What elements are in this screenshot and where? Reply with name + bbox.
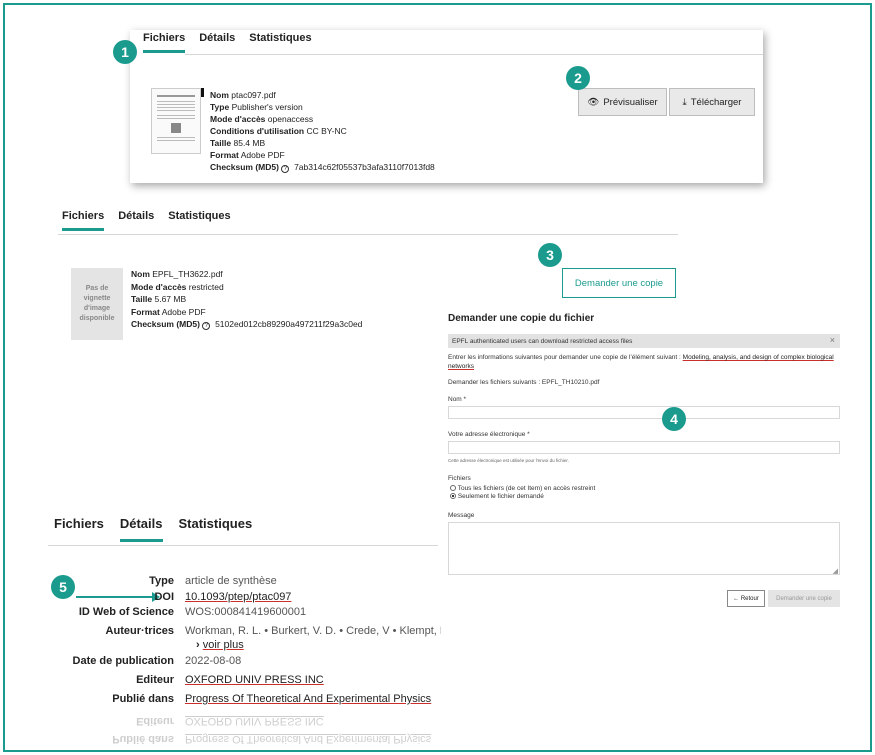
info-alert: EPFL authenticated users can download re… <box>448 334 840 348</box>
request-intro: Entrer les informations suivantes pour d… <box>448 354 834 370</box>
pdf-thumbnail <box>151 88 201 154</box>
detail-value-authors: Workman, R. L. • Burkert, V. D. • Crede,… <box>185 625 441 637</box>
detail-value-date: 2022-08-08 <box>185 655 242 667</box>
back-button[interactable]: ← Retour <box>727 590 765 607</box>
file-access: restricted <box>188 281 224 292</box>
panel2-file-details: Nom EPFL_TH3622.pdf Mode d'accès restric… <box>131 269 363 330</box>
doi-link[interactable]: 10.1093/ptep/ptac097 <box>185 591 291 603</box>
radio-unchecked-icon <box>450 485 456 492</box>
detail-value-type: article de synthèse <box>185 575 277 587</box>
see-more-link[interactable]: › voir plus <box>196 639 244 651</box>
panel3-divider <box>48 545 438 546</box>
reflection-effect: Publié dans Progress Of Theoretical And … <box>112 715 432 745</box>
detail-label-journal: Publié dans <box>112 693 174 705</box>
file-type: Publisher's version <box>231 102 303 112</box>
email-label: Votre adresse électronique * <box>448 431 530 438</box>
file-size: 85.4 MB <box>233 138 266 148</box>
file-conditions: CC BY-NC <box>306 126 347 136</box>
detail-label-publisher: Editeur <box>136 674 174 686</box>
panel2-tabs: Fichiers Détails Statistiques <box>62 210 231 231</box>
submit-request-button[interactable]: Demander une copie <box>768 590 840 607</box>
files-label: Fichiers <box>448 475 471 482</box>
eye-icon: 👁 <box>587 96 600 108</box>
option-all-files[interactable]: Tous les fichiers (de cet Item) en accès… <box>450 485 595 492</box>
help-icon[interactable]: ? <box>202 322 211 330</box>
panel3-tabs: Fichiers Détails Statistiques <box>54 516 252 542</box>
tab-statistiques[interactable]: Statistiques <box>179 516 253 542</box>
panel1-tabs: Fichiers Détails Statistiques <box>143 32 312 53</box>
option-requested-file[interactable]: Seulement le fichier demandé <box>450 493 544 500</box>
tab-details[interactable]: Détails <box>118 210 154 231</box>
email-help-text: Cette adresse électronique est utilisée … <box>448 458 569 463</box>
badge-3: 3 <box>538 243 562 267</box>
detail-label-date: Date de publication <box>72 655 174 667</box>
detail-label-authors: Auteur·trices <box>105 625 174 637</box>
download-button[interactable]: ⤓ Télécharger <box>669 88 755 116</box>
tab-details[interactable]: Détails <box>119 516 163 542</box>
tab-fichiers[interactable]: Fichiers <box>62 210 105 231</box>
badge-1: 1 <box>113 40 137 64</box>
detail-label-type: Type <box>149 575 174 587</box>
panel2-divider <box>58 234 678 235</box>
chevron-right-icon: › <box>196 639 200 651</box>
tab-details[interactable]: Détails <box>199 32 235 53</box>
request-copy-button[interactable]: Demander une copie <box>562 268 676 298</box>
no-thumbnail-placeholder: Pas de vignette d'image disponible <box>71 268 123 340</box>
tab-fichiers[interactable]: Fichiers <box>54 516 104 542</box>
panel1-divider <box>185 54 763 55</box>
message-textarea[interactable]: ◢ <box>448 522 840 575</box>
detail-value-wos: WOS:000841419600001 <box>185 606 307 618</box>
tab-fichiers[interactable]: Fichiers <box>143 32 186 53</box>
file-format: Adobe PDF <box>240 150 285 160</box>
file-name: ptac097.pdf <box>231 90 276 100</box>
requested-files-line: Demander les fichiers suivants : EPFL_TH… <box>448 379 600 386</box>
tab-statistiques[interactable]: Statistiques <box>168 210 230 231</box>
resize-handle-icon[interactable]: ◢ <box>833 567 838 575</box>
badge-2: 2 <box>566 66 590 90</box>
file-checksum: 7ab314c62f05537b3afa3110f7013fd8 <box>294 162 435 172</box>
file-format: Adobe PDF <box>161 306 206 317</box>
file-checksum: 5102ed012cb89290a497211f29a3c0ed <box>215 319 363 329</box>
help-icon[interactable]: ? <box>281 165 290 173</box>
detail-label-wos: ID Web of Science <box>78 606 174 618</box>
radio-checked-icon <box>450 493 456 500</box>
detail-label-doi: DOI <box>154 591 174 603</box>
message-label: Message <box>448 512 475 519</box>
file-size: 5.67 MB <box>154 294 187 304</box>
close-icon[interactable]: × <box>830 335 835 345</box>
thumb-marker <box>201 88 204 97</box>
name-input[interactable] <box>448 406 840 419</box>
tab-statistiques[interactable]: Statistiques <box>249 32 311 53</box>
file-name: EPFL_TH3622.pdf <box>152 269 223 279</box>
publisher-link[interactable]: OXFORD UNIV PRESS INC <box>185 674 324 686</box>
file-card-panel: Fichiers Détails Statistiques Nom ptac09… <box>130 30 763 183</box>
email-input[interactable] <box>448 441 840 454</box>
name-label: Nom * <box>448 396 467 403</box>
journal-link[interactable]: Progress Of Theoretical And Experimental… <box>185 693 431 705</box>
panel1-file-details: Nom ptac097.pdf Type Publisher's version… <box>210 90 435 173</box>
preview-button[interactable]: 👁 Prévisualiser <box>578 88 667 116</box>
file-access: openaccess <box>267 114 314 124</box>
badge-4: 4 <box>662 407 686 431</box>
request-form-title: Demander une copie du fichier <box>448 313 595 324</box>
download-icon: ⤓ <box>682 96 687 108</box>
